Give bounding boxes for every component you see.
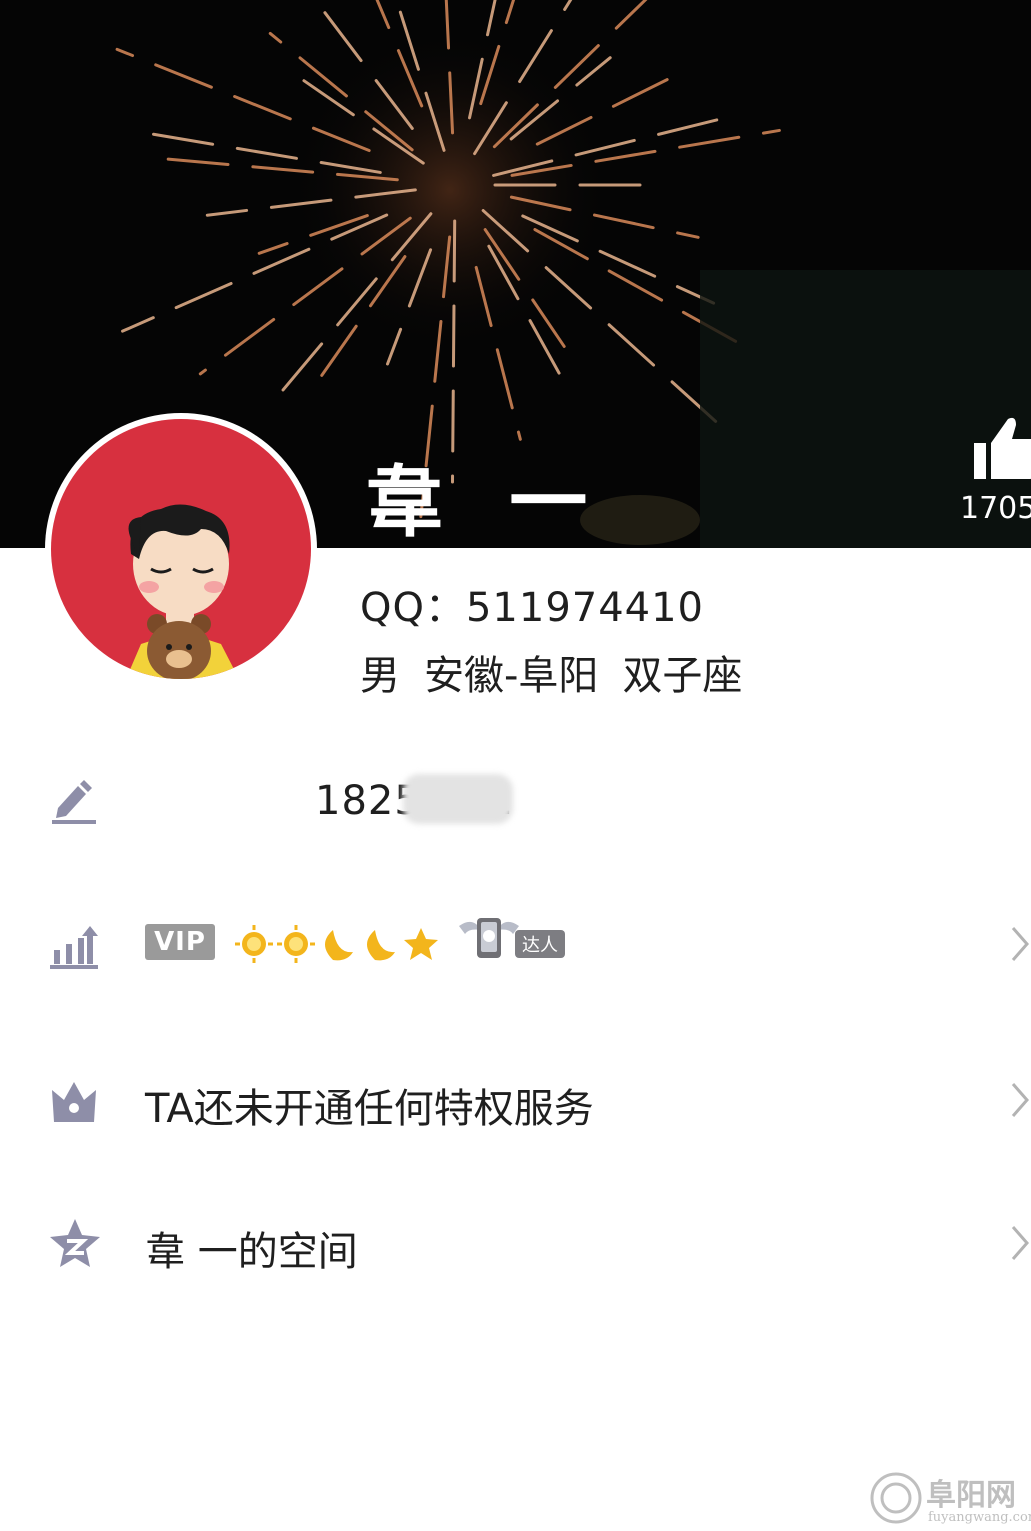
qzone-star-icon xyxy=(50,1219,100,1267)
star-icon xyxy=(404,928,438,960)
sun-icon xyxy=(235,925,273,963)
moon-icon xyxy=(325,930,353,961)
qzone-row[interactable]: 韋 一的空间 xyxy=(0,1219,1031,1319)
daren-label: 达人 xyxy=(522,935,558,956)
moon-icon xyxy=(367,930,395,961)
chevron-right-icon xyxy=(1011,927,1029,961)
like-button[interactable]: 1705 xyxy=(960,415,1031,540)
level-row[interactable]: VIP 达人 xyxy=(0,918,1031,1022)
gender: 男 xyxy=(360,653,400,699)
location: 安徽-阜阳 xyxy=(424,653,599,699)
site-watermark: 阜阳网 fuyangwang.com xyxy=(868,1470,1031,1531)
zodiac: 双子座 xyxy=(622,653,743,699)
chevron-right-icon xyxy=(1011,1226,1029,1260)
vip-badge: VIP xyxy=(145,924,215,960)
sun-icon xyxy=(277,925,315,963)
qq-level-icons xyxy=(235,925,438,963)
like-count: 1705 xyxy=(960,491,1031,526)
crown-icon xyxy=(52,1082,96,1122)
profile-name: 韋 一 xyxy=(365,458,592,548)
watermark-sub: fuyangwang.com xyxy=(928,1510,1031,1525)
redaction-blur xyxy=(403,774,513,824)
privilege-row[interactable]: TA还未开通任何特权服务 xyxy=(0,1076,1031,1176)
profile-meta: 男安徽-阜阳 双子座 xyxy=(360,643,766,701)
site-logo-icon xyxy=(870,1472,922,1524)
avatar[interactable] xyxy=(45,413,317,685)
pencil-icon xyxy=(52,780,96,824)
daren-badge: 达人 xyxy=(455,912,567,970)
qzone-text: 韋 一的空间 xyxy=(145,1229,358,1275)
privilege-text: TA还未开通任何特权服务 xyxy=(145,1086,594,1132)
qq-number: QQ：511974410 xyxy=(360,585,705,631)
chevron-right-icon xyxy=(1011,1083,1029,1117)
signature-row[interactable]: 1825 761 xyxy=(0,774,1031,878)
watermark-text: 阜阳网 xyxy=(926,1478,1016,1513)
avatar-cartoon xyxy=(126,504,239,679)
thumbs-up-icon xyxy=(974,417,1031,479)
bar-chart-up-icon xyxy=(50,926,98,969)
